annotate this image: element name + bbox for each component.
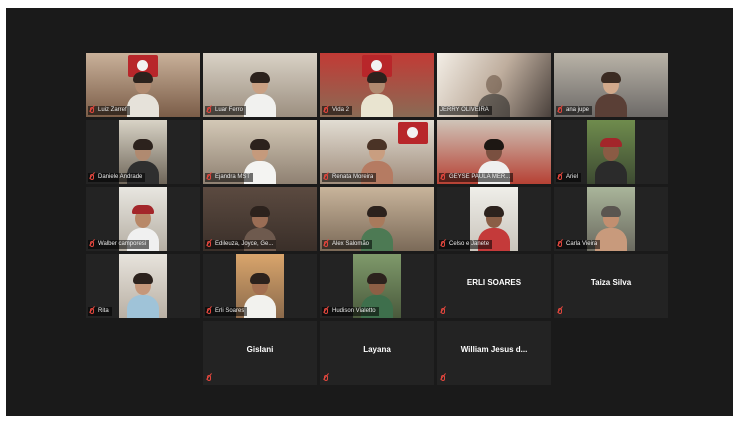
- microphone-muted-icon: [206, 241, 212, 248]
- participant-name-tag: Ejandra MST: [205, 173, 254, 182]
- participant-name: Gislani: [246, 345, 274, 354]
- participant-tile[interactable]: ana jupe: [554, 53, 668, 117]
- participant-name-tag: Edileuza, Joyce, Ge...: [205, 240, 277, 249]
- meeting-window: Luiz Zarref Luar Ferro Vida 2 JERRY OLIV…: [6, 8, 733, 416]
- participant-name: William Jesus d...: [460, 345, 528, 354]
- participant-tile[interactable]: Ejandra MST: [203, 120, 317, 184]
- participant-avatar: [360, 71, 394, 117]
- participant-avatar: [594, 138, 628, 184]
- participant-name-tag: Renata Moreira: [322, 173, 377, 182]
- participant-name: Celso e Janete: [449, 241, 490, 247]
- microphone-muted-icon: [557, 107, 563, 114]
- participant-name: Edileuza, Joyce, Ge...: [215, 241, 274, 247]
- microphone-muted-icon: [206, 174, 212, 181]
- participant-tile-no-video[interactable]: Taiza Silva: [554, 254, 668, 318]
- participant-name-tag: Daniele Andrade: [88, 173, 146, 182]
- participant-avatar: [243, 272, 277, 318]
- microphone-muted-icon: [323, 375, 329, 382]
- participant-name: Renata Moreira: [332, 174, 374, 180]
- participant-avatar: [126, 71, 160, 117]
- participant-name-tag: Hudison Vialetto: [322, 307, 379, 316]
- microphone-muted-icon: [89, 308, 95, 315]
- participant-name: Erli Soares: [215, 308, 245, 314]
- participant-name-tag: Luar Ferro: [205, 106, 247, 115]
- participant-name-tag: Rita: [88, 307, 112, 316]
- participant-name: Luiz Zarref: [98, 107, 127, 113]
- participant-tile[interactable]: Rita: [86, 254, 200, 318]
- participant-tile[interactable]: Carla Vieira: [554, 187, 668, 251]
- participant-name-tag: Alex Salomão: [322, 240, 373, 249]
- participant-tile[interactable]: Daniele Andrade: [86, 120, 200, 184]
- participant-tile-no-video[interactable]: Gislani: [203, 321, 317, 385]
- participant-name: Daniele Andrade: [98, 174, 143, 180]
- participant-name: Alex Salomão: [332, 241, 370, 247]
- participant-tile[interactable]: Erli Soares: [203, 254, 317, 318]
- participant-tile-no-video[interactable]: Layana: [320, 321, 434, 385]
- microphone-muted-icon: [440, 174, 446, 181]
- microphone-muted-icon: [323, 174, 329, 181]
- participant-tile-no-video[interactable]: William Jesus d...: [437, 321, 551, 385]
- participant-name-tag: Luiz Zarref: [88, 106, 130, 115]
- participant-avatar: [243, 71, 277, 117]
- participant-name: Vida 2: [332, 107, 349, 113]
- participant-name-tag: Celso e Janete: [439, 240, 493, 249]
- participant-name: JERRY OLIVEIRA: [440, 107, 489, 113]
- participant-tile[interactable]: Vida 2: [320, 53, 434, 117]
- mst-flag: [398, 122, 428, 144]
- participant-name-tag: JERRY OLIVEIRA: [439, 106, 492, 115]
- participant-tile[interactable]: Hudison Vialetto: [320, 254, 434, 318]
- participant-name-tag: Walber camporesi: [88, 240, 150, 249]
- participant-name: GEYSE PAULA MER...: [449, 174, 511, 180]
- participant-tile[interactable]: Luar Ferro: [203, 53, 317, 117]
- participant-tile[interactable]: Luiz Zarref: [86, 53, 200, 117]
- participant-name: Carla Vieira: [566, 241, 598, 247]
- microphone-muted-icon: [557, 174, 563, 181]
- participant-name-tag: Vida 2: [322, 106, 352, 115]
- participant-name-tag: Erli Soares: [205, 307, 248, 316]
- microphone-muted-icon: [206, 308, 212, 315]
- participant-name: Walber camporesi: [98, 241, 147, 247]
- participant-name-tag: Carla Vieira: [556, 240, 601, 249]
- participant-name: Taiza Silva: [590, 278, 632, 287]
- microphone-muted-icon: [557, 308, 563, 315]
- participant-tile[interactable]: Renata Moreira: [320, 120, 434, 184]
- microphone-muted-icon: [323, 107, 329, 114]
- microphone-muted-icon: [323, 241, 329, 248]
- microphone-muted-icon: [440, 308, 446, 315]
- participant-name: Hudison Vialetto: [332, 308, 376, 314]
- participant-tile-active-speaker[interactable]: JERRY OLIVEIRA: [437, 53, 551, 117]
- microphone-muted-icon: [206, 107, 212, 114]
- participant-name: ERLI SOARES: [466, 278, 522, 287]
- participant-tile[interactable]: Celso e Janete: [437, 187, 551, 251]
- participant-tile-no-video[interactable]: ERLI SOARES: [437, 254, 551, 318]
- participant-video: [119, 254, 167, 318]
- participant-name: Luar Ferro: [215, 107, 244, 113]
- microphone-muted-icon: [557, 241, 563, 248]
- participant-tile[interactable]: Walber camporesi: [86, 187, 200, 251]
- participant-tile[interactable]: Ariel: [554, 120, 668, 184]
- microphone-muted-icon: [89, 107, 95, 114]
- participant-tile[interactable]: GEYSE PAULA MER...: [437, 120, 551, 184]
- microphone-muted-icon: [323, 308, 329, 315]
- microphone-muted-icon: [206, 375, 212, 382]
- microphone-muted-icon: [89, 241, 95, 248]
- participant-name: Ariel: [566, 174, 579, 180]
- participant-tile[interactable]: Edileuza, Joyce, Ge...: [203, 187, 317, 251]
- participant-name-tag: Ariel: [556, 173, 582, 182]
- participant-name: Ejandra MST: [215, 174, 251, 180]
- participant-name: ana jupe: [566, 107, 590, 113]
- participant-tile[interactable]: Alex Salomão: [320, 187, 434, 251]
- participant-name: Rita: [98, 308, 109, 314]
- participant-name-tag: ana jupe: [556, 106, 593, 115]
- microphone-muted-icon: [89, 174, 95, 181]
- participant-name: Layana: [363, 345, 391, 354]
- participant-name-tag: GEYSE PAULA MER...: [439, 173, 514, 182]
- microphone-muted-icon: [440, 241, 446, 248]
- microphone-muted-icon: [440, 375, 446, 382]
- participant-avatar: [594, 71, 628, 117]
- participant-avatar: [126, 272, 160, 318]
- participant-video: [587, 120, 635, 184]
